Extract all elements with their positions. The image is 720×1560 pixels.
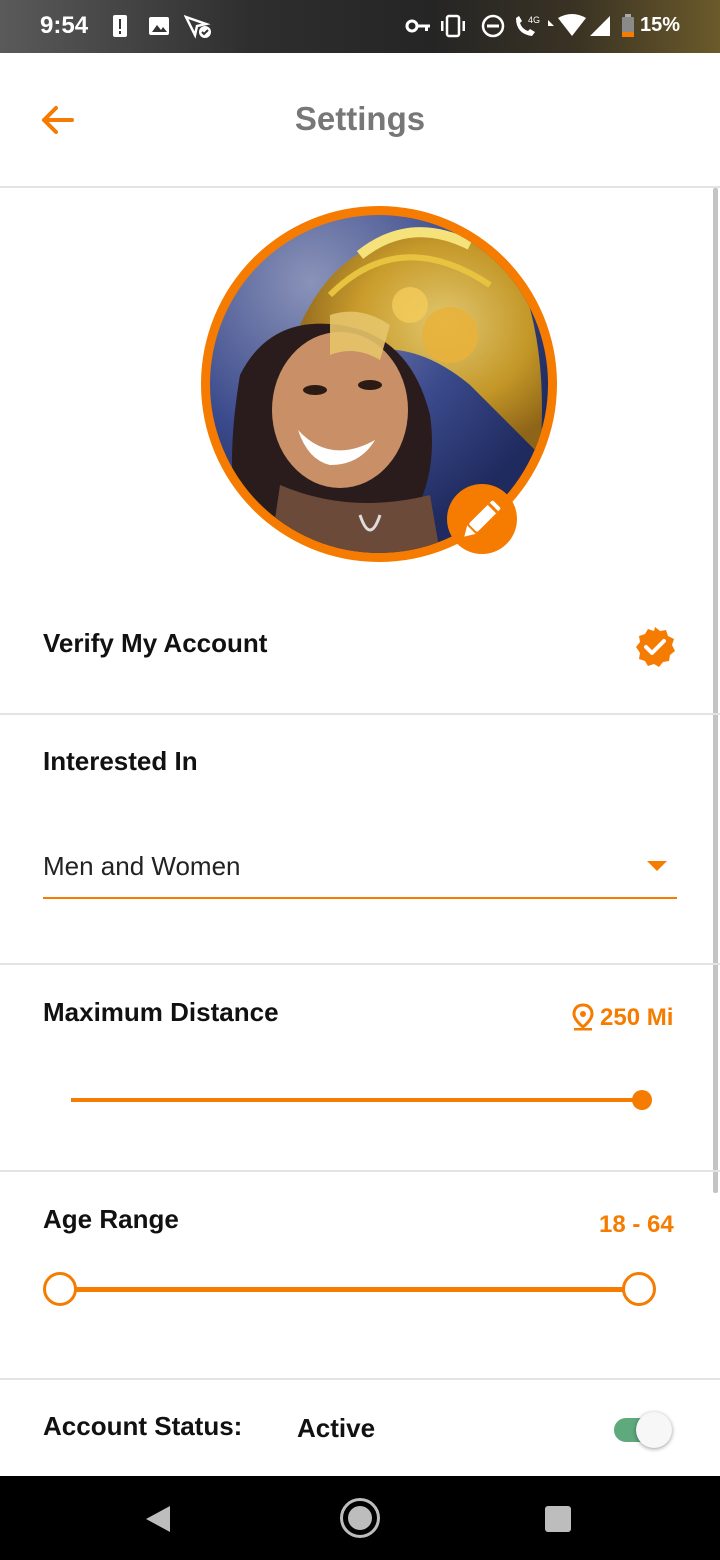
divider [0, 1378, 720, 1380]
alert-icon [110, 12, 130, 47]
age-min-thumb[interactable] [43, 1272, 77, 1306]
location-pin-icon [572, 1003, 594, 1036]
status-bar: 9:54 4G 15% [0, 0, 720, 53]
edit-photo-button[interactable] [447, 484, 517, 554]
page-title: Settings [294, 100, 426, 137]
image-icon [148, 12, 170, 47]
battery-icon [620, 12, 636, 47]
recents-square-icon[interactable] [545, 1506, 571, 1532]
app-bar: Settings [0, 53, 720, 188]
home-circle-inner [348, 1506, 372, 1530]
divider [0, 713, 720, 715]
dnd-icon [480, 12, 506, 47]
wifi-calling-icon: 4G [512, 12, 542, 47]
age-range-label: Age Range [43, 1204, 179, 1234]
caret-down-icon [647, 861, 667, 871]
scroll-indicator[interactable] [713, 188, 718, 1193]
interested-in-label: Interested In [43, 746, 198, 776]
network-type-label: 4G [528, 15, 540, 25]
wifi-icon [546, 12, 586, 47]
age-slider-track[interactable] [60, 1287, 640, 1292]
account-status-value: Active [297, 1413, 376, 1443]
divider [0, 1170, 720, 1172]
verify-account-button[interactable] [634, 626, 676, 668]
vpn-key-icon [404, 12, 432, 47]
age-range-value: 18 - 64 [599, 1211, 674, 1238]
battery-percent: 15% [639, 14, 680, 36]
divider [0, 963, 720, 965]
back-triangle-icon[interactable] [146, 1506, 170, 1532]
distance-slider-thumb[interactable] [632, 1090, 652, 1110]
status-time: 9:54 [40, 12, 89, 39]
location-off-icon [183, 12, 214, 47]
age-max-thumb[interactable] [622, 1272, 656, 1306]
interested-in-value: Men and Women [43, 851, 241, 881]
verify-account-label: Verify My Account [43, 628, 268, 658]
vibrate-icon [438, 12, 468, 47]
distance-slider-track[interactable] [71, 1098, 642, 1102]
pencil-icon [447, 500, 517, 558]
max-distance-value: 250 Mi [600, 1004, 674, 1031]
interested-in-select[interactable]: Men and Women [43, 845, 677, 899]
max-distance-label: Maximum Distance [43, 997, 279, 1027]
verified-badge-icon [634, 627, 676, 672]
signal-icon [588, 12, 614, 47]
account-status-label: Account Status: [43, 1411, 243, 1441]
account-status-toggle-knob[interactable] [636, 1412, 672, 1448]
